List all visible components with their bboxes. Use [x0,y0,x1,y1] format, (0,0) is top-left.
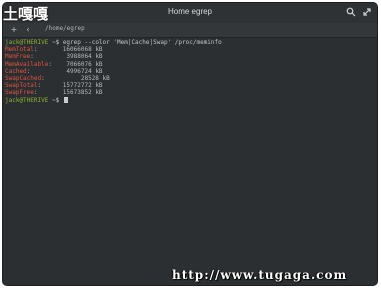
prompt-symbol: ~$ [48,96,63,104]
final-prompt-line: jack@THERIVE ~$ [5,96,375,104]
meminfo-value: : 16066068 kB [33,46,103,54]
list-item: MemTotal: 16066068 kB [5,46,375,53]
search-icon-glyph [346,7,356,17]
watermark-logo: 土嘎嘎 [3,5,49,23]
command-text: egrep --color 'Mem|Cache|Swap' /proc/mem… [62,39,222,46]
titlebar: Home egrep [3,3,377,24]
meminfo-key: SwapFree [5,89,34,97]
chevron-left-icon[interactable]: ‹ [23,24,33,36]
list-item: SwapTotal: 15772772 kB [5,82,375,89]
path-text: /home/egrep [45,25,85,32]
prompt-user: jack@THERIVE [5,39,49,46]
meminfo-value: : 15673852 kB [33,89,103,97]
search-icon[interactable] [345,7,357,19]
terminal-window: Home egrep + ‹ /home/egrep jack@THERIVE … [3,3,377,285]
list-item: SwapFree: 15673852 kB [5,89,375,96]
meminfo-key: SwapCached [5,74,42,82]
list-item: MemAvailable: 7066076 kB [5,61,375,68]
meminfo-value: : 28528 kB [41,74,110,82]
meminfo-key: SwapTotal [5,82,38,90]
meminfo-value: : 3988064 kB [30,53,103,61]
meminfo-key: MemTotal [5,46,34,54]
meminfo-key: MemFree [5,53,31,61]
prompt-symbol: ~$ [48,39,63,46]
meminfo-key: MemAvailable [5,60,49,68]
meminfo-value: : 7066076 kB [48,60,103,68]
watermark-url: http://www.tugaga.com [172,268,348,282]
plus-icon[interactable]: + [9,24,19,36]
list-item: MemFree: 3988064 kB [5,53,375,60]
terminal-output[interactable]: jack@THERIVE ~$ egrep --color 'Mem|Cache… [5,39,375,283]
maximize-icon[interactable] [361,7,373,19]
window-title: Home egrep [167,7,213,16]
prompt-user: jack@THERIVE [5,96,49,104]
meminfo-value: : 4996724 kB [26,67,103,75]
meminfo-value: : 15772772 kB [37,82,103,90]
list-item: Cached: 4996724 kB [5,68,375,75]
path-bar: + ‹ /home/egrep [3,23,377,38]
maximize-icon-glyph [363,8,371,16]
command-line: jack@THERIVE ~$ egrep --color 'Mem|Cache… [5,39,375,46]
meminfo-key: Cached [5,67,27,75]
list-item: SwapCached: 28528 kB [5,75,375,82]
text-cursor [63,96,68,103]
